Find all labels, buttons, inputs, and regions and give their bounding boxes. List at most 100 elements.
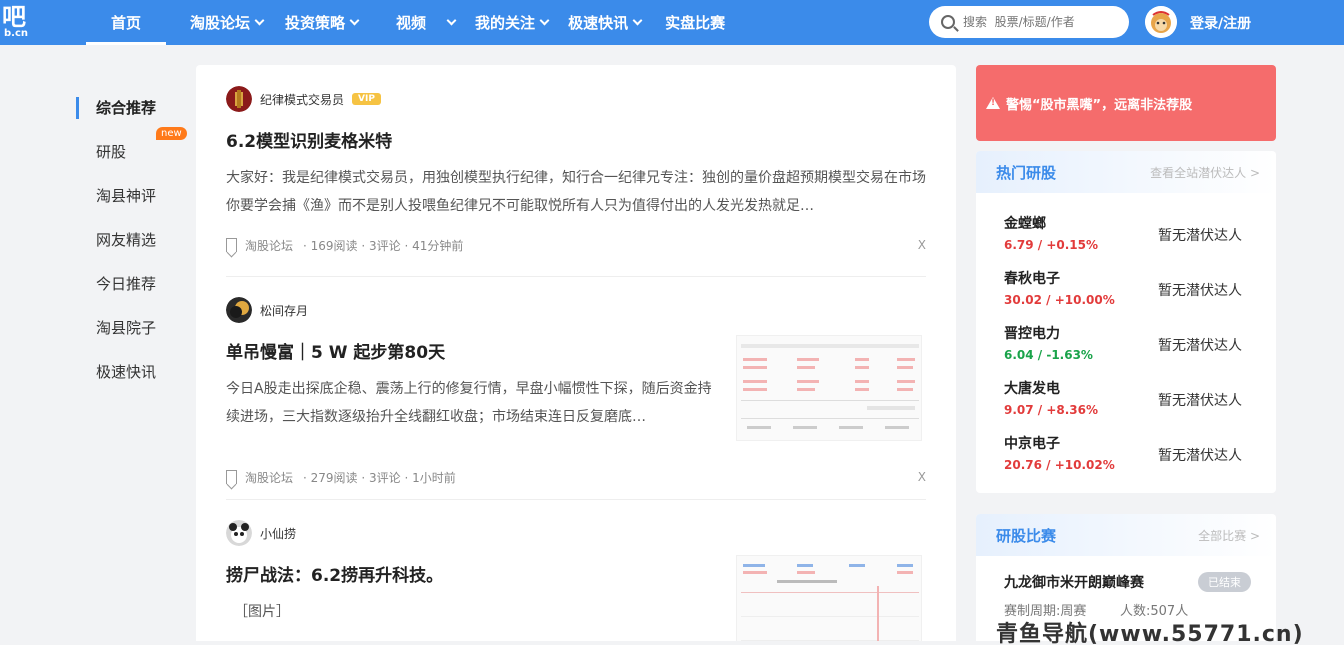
stock-price-change: 20.76 / +10.02% [1004,458,1115,472]
left-menu: 综合推荐 研股 new 淘县神评 网友精选 今日推荐 淘县院子 极速快讯 [76,85,187,393]
search-box[interactable] [929,6,1129,38]
hot-stocks-card: 热门研股 查看全站潜伏达人 > 金螳螂 6.79 / +0.15% 暂无潜伏达人… [976,151,1276,493]
menu-label: 淘县神评 [96,186,157,205]
menu-item-picks[interactable]: 网友精选 [76,217,176,261]
author-avatar-icon [226,297,252,323]
post-card[interactable]: 纪律模式交易员 VIP 6.2模型识别麦格米特 大家好：我是纪律模式交易员，用独… [226,85,926,254]
stock-row[interactable]: 中京电子 20.76 / +10.02% 暂无潜伏达人 [976,425,1276,480]
menu-item-research[interactable]: 研股 new [76,127,187,173]
post-thumbnail[interactable] [736,555,922,641]
nav-home[interactable]: 首页 [86,0,166,45]
stock-list: 金螳螂 6.79 / +0.15% 暂无潜伏达人 春秋电子 30.02 / +1… [976,193,1276,480]
post-excerpt[interactable]: 大家好：我是纪律模式交易员，用独创模型执行纪律，知行合一纪律兄专注：独创的量价盘… [226,164,926,220]
site-watermark: 青鱼导航(www.55771.cn) [996,622,1304,645]
post-author: 小仙捞 [226,519,926,547]
card-title: 研股比赛 [996,526,1057,545]
stock-expert-hint: 暂无潜伏达人 [1158,228,1242,244]
contest-status-badge: 已结束 [1198,572,1251,592]
post-title[interactable]: 捞尸战法：6.2捞再升科技。 [226,561,706,586]
author-name[interactable]: 纪律模式交易员 [260,91,344,108]
author-avatar-icon [226,86,252,112]
menu-label: 今日推荐 [96,274,157,293]
card-header: 研股比赛 全部比赛 > [976,514,1276,556]
menu-label: 研股 [96,142,127,161]
stock-expert-hint: 暂无潜伏达人 [1158,338,1242,354]
author-name[interactable]: 小仙捞 [260,525,296,542]
stock-expert-hint: 暂无潜伏达人 [1158,283,1242,299]
chevron-down-icon [446,15,457,26]
menu-label: 淘县院子 [96,318,157,337]
post-thumbnail[interactable] [736,335,922,441]
search-input[interactable] [963,15,1113,29]
stock-expert-hint: 暂无潜伏达人 [1158,393,1242,409]
stock-name: 晋控电力 [1004,326,1060,342]
stock-row[interactable]: 大唐发电 9.07 / +8.36% 暂无潜伏达人 [976,370,1276,425]
author-avatar[interactable] [226,520,252,546]
post-meta: 淘股论坛 · 169阅读 · 3评论 · 41分钟前 X [226,236,926,254]
chevron-down-icon [632,15,643,26]
post-stats: · 279阅读 · 3评论 · 1小时前 [303,470,456,485]
stock-chart-image-icon [737,556,921,641]
card-header: 热门研股 查看全站潜伏达人 > [976,151,1276,193]
author-name[interactable]: 松间存月 [260,302,308,319]
post-title[interactable]: 6.2模型识别麦格米特 [226,127,926,152]
stock-price-change: 6.79 / +0.15% [1004,238,1099,252]
post-meta: 淘股论坛 · 279阅读 · 3评论 · 1小时前 X [226,468,926,486]
nav-forum[interactable]: 淘股论坛 [182,0,271,45]
post-divider [226,276,926,277]
menu-label: 网友精选 [96,230,157,249]
author-avatar[interactable] [226,86,252,112]
stock-row[interactable]: 晋控电力 6.04 / -1.63% 暂无潜伏达人 [976,315,1276,370]
site-logo[interactable]: 吧 b.cn [0,0,34,45]
nav-video[interactable]: 视频 [388,0,463,45]
author-avatar[interactable] [226,297,252,323]
nav-label: 极速快讯 [568,14,629,32]
stock-price-change: 9.07 / +8.36% [1004,403,1099,417]
logo-domain: b.cn [4,28,29,39]
bookmark-icon [226,238,237,252]
nav-flash[interactable]: 极速快讯 [560,0,649,45]
monkey-avatar-icon [1145,6,1177,38]
dismiss-post-button[interactable]: X [918,470,926,484]
post-forum[interactable]: 淘股论坛 [245,237,293,254]
trade-table-image-icon [737,336,921,440]
chevron-down-icon [254,15,265,26]
menu-item-today[interactable]: 今日推荐 [76,261,176,305]
top-navbar: 吧 b.cn 首页 淘股论坛 投资策略 视频 我的关注 极速快讯 实盘比赛 登录… [0,0,1344,45]
bookmark-icon [226,470,237,484]
user-avatar[interactable] [1145,6,1177,38]
post-stats: · 169阅读 · 3评论 · 41分钟前 [303,238,464,253]
main-nav: 首页 淘股论坛 投资策略 视频 我的关注 极速快讯 实盘比赛 [86,0,733,45]
new-badge: new [156,127,187,140]
post-forum[interactable]: 淘股论坛 [245,469,293,486]
menu-item-recommend[interactable]: 综合推荐 [76,85,176,129]
card-title: 热门研股 [996,163,1057,182]
nav-contest[interactable]: 实盘比赛 [657,0,733,45]
stock-price-change: 30.02 / +10.00% [1004,293,1115,307]
dismiss-post-button[interactable]: X [918,238,926,252]
post-title[interactable]: 单吊慢富｜5 W 起步第80天 [226,338,706,363]
vip-badge: VIP [352,93,381,105]
stock-name: 大唐发电 [1004,381,1060,397]
stock-row[interactable]: 春秋电子 30.02 / +10.00% 暂无潜伏达人 [976,260,1276,315]
anti-fraud-banner[interactable]: 警惕“股市黑嘴”，远离非法荐股 [976,65,1276,141]
view-all-experts-link[interactable]: 查看全站潜伏达人 > [1150,164,1260,181]
menu-item-comments[interactable]: 淘县神评 [76,173,176,217]
page-body: 综合推荐 研股 new 淘县神评 网友精选 今日推荐 淘县院子 极速快讯 纪律模式… [4,45,1340,641]
nav-strategy[interactable]: 投资策略 [277,0,366,45]
nav-follow[interactable]: 我的关注 [467,0,556,45]
warning-text: 警惕“股市黑嘴”，远离非法荐股 [1006,97,1193,113]
post-excerpt[interactable]: 今日A股走出探底企稳、震荡上行的修复行情，早盘小幅惯性下探，随后资金持续进场，三… [226,375,716,431]
stock-expert-hint: 暂无潜伏达人 [1158,448,1242,464]
nav-label: 我的关注 [475,14,536,32]
contest-title: 九龙御市米开朗巅峰赛 [1004,575,1144,591]
stock-row[interactable]: 金螳螂 6.79 / +0.15% 暂无潜伏达人 [976,205,1276,260]
login-register-link[interactable]: 登录/注册 [1190,13,1251,33]
nav-label: 首页 [110,14,141,32]
all-contests-link[interactable]: 全部比赛 > [1198,527,1260,544]
stock-price-change: 6.04 / -1.63% [1004,348,1093,362]
menu-item-flash[interactable]: 极速快讯 [76,349,176,393]
nav-label: 实盘比赛 [665,14,726,32]
menu-label: 综合推荐 [96,98,157,117]
menu-item-yard[interactable]: 淘县院子 [76,305,176,349]
